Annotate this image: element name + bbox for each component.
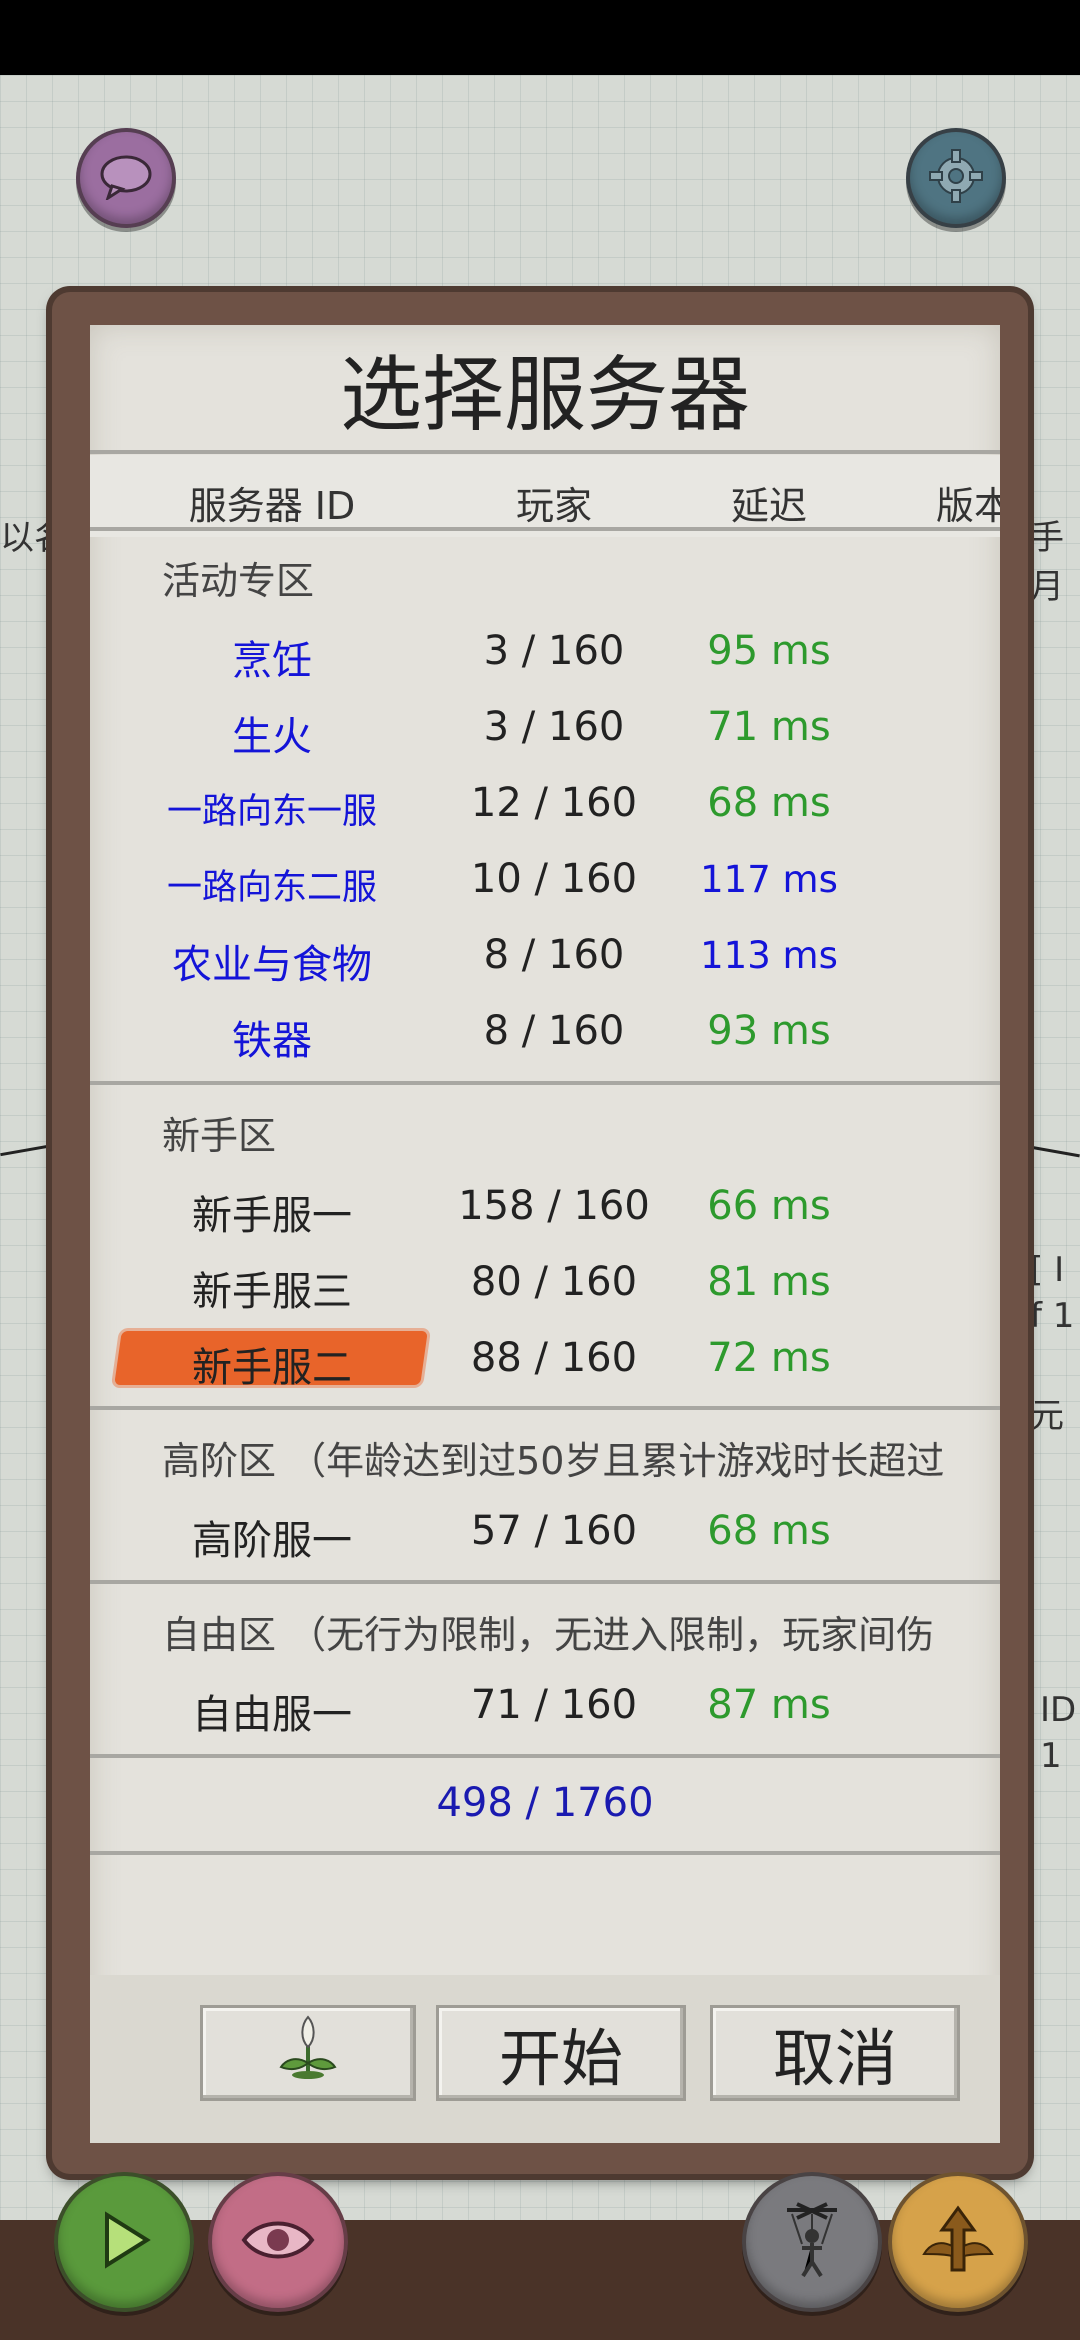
divider [90,1580,1000,1584]
server-name: 一路向东一服 [166,792,377,832]
play-icon [89,2205,159,2279]
settings-button[interactable] [906,128,1006,228]
server-name: 铁器 [232,1018,312,1064]
bg-text-right-mid2: f 1 [1030,1296,1075,1336]
divider [90,1406,1000,1410]
divider [90,527,1000,531]
server-ping: 81 ms [707,1259,831,1305]
server-ping: 113 ms [700,934,838,977]
server-players: 12 / 160 [470,780,638,826]
server-players: 88 / 160 [470,1335,638,1381]
server-row[interactable]: 高阶服一 57 / 160 68 ms [90,1496,1000,1568]
server-ping: 117 ms [700,858,838,901]
server-ping: 87 ms [707,1682,831,1728]
server-row[interactable]: 新手服一 158 / 160 66 ms [90,1171,1000,1243]
header-server-id: 服务器 ID [188,484,356,528]
server-name: 烹饪 [232,638,312,684]
section-label-newbie: 新手区 [162,1114,277,1158]
header-players: 玩家 [515,484,592,528]
bg-text-right-mid1: [ I [1030,1250,1065,1290]
server-name: 一路向东二服 [166,868,377,908]
section-label-free: 自由区 （无行为限制，无进入限制，玩家间伤 [162,1613,935,1657]
server-name: 自由服一 [192,1692,352,1738]
play-button[interactable] [54,2172,194,2312]
server-ping: 68 ms [707,1508,831,1554]
server-name: 农业与食物 [172,942,372,988]
server-name: 生火 [232,714,312,760]
server-row[interactable]: 一路向东二服 10 / 160 117 ms [90,844,1000,916]
server-ping: 95 ms [707,628,831,674]
server-players: 57 / 160 [470,1508,638,1554]
status-bar [0,0,1080,75]
puppet-icon [777,2200,847,2284]
server-name: 新手服一 [192,1193,352,1239]
divider [90,1754,1000,1758]
view-button[interactable] [208,2172,348,2312]
header-ping: 延迟 [730,484,807,528]
server-name: 新手服二 [192,1345,352,1391]
sprout-button[interactable] [200,2005,416,2101]
puppet-button[interactable] [742,2172,882,2312]
winged-arrow-icon [918,2200,998,2284]
section-label-event: 活动专区 [162,559,315,603]
divider [90,450,1000,454]
total-players: 498 / 1760 [436,1780,654,1826]
server-row[interactable]: 生火 3 / 160 71 ms [90,692,1000,764]
section-label-advanced: 高阶区 （年龄达到过50岁且累计游戏时长超过 [162,1439,945,1483]
server-players: 3 / 160 [483,628,625,674]
table-header: 服务器 ID 玩家 延迟 版本 [90,455,1000,537]
server-players: 158 / 160 [458,1183,650,1229]
server-players: 8 / 160 [483,1008,625,1054]
server-row[interactable]: 农业与食物 8 / 160 113 ms [90,920,1000,992]
server-ping: 72 ms [707,1335,831,1381]
server-players: 8 / 160 [483,932,625,978]
divider [90,1851,1000,1855]
server-select-dialog: 选择服务器 服务器 ID 玩家 延迟 版本 活动专区 烹饪 3 / 160 95… [90,325,1000,2143]
divider [90,1081,1000,1085]
chat-bubble-icon [98,152,154,204]
bg-text-right-mid3: 元 [1030,1396,1064,1436]
server-row-selected[interactable]: 新手服二 88 / 160 72 ms [90,1323,1000,1395]
server-row[interactable]: 一路向东一服 12 / 160 68 ms [90,768,1000,840]
server-ping: 66 ms [707,1183,831,1229]
server-ping: 71 ms [707,704,831,750]
upgrade-button[interactable] [888,2172,1028,2312]
server-row[interactable]: 烹饪 3 / 160 95 ms [90,616,1000,688]
eye-icon [238,2210,318,2274]
server-ping: 68 ms [707,780,831,826]
gear-icon [926,146,986,210]
server-players: 3 / 160 [483,704,625,750]
server-row[interactable]: 新手服三 80 / 160 81 ms [90,1247,1000,1319]
server-name: 新手服三 [192,1269,352,1315]
server-row[interactable]: 自由服一 71 / 160 87 ms [90,1670,1000,1742]
bg-text-right-bottom1: ID [1040,1690,1077,1730]
sprout-icon [273,2011,343,2096]
server-players: 71 / 160 [470,1682,638,1728]
chat-button[interactable] [76,128,176,228]
bg-text-right-bottom2: 1 [1040,1736,1062,1776]
server-name: 高阶服一 [192,1518,352,1564]
start-button[interactable]: 开始 [436,2005,686,2101]
server-ping: 93 ms [707,1008,831,1054]
server-players: 10 / 160 [470,856,638,902]
server-row[interactable]: 铁器 8 / 160 93 ms [90,996,1000,1068]
bg-text-right-top: 手月 [1030,518,1064,607]
dialog-title: 选择服务器 [339,348,750,443]
header-version: 版本 [936,484,1000,528]
server-players: 80 / 160 [470,1259,638,1305]
cancel-button[interactable]: 取消 [710,2005,960,2101]
